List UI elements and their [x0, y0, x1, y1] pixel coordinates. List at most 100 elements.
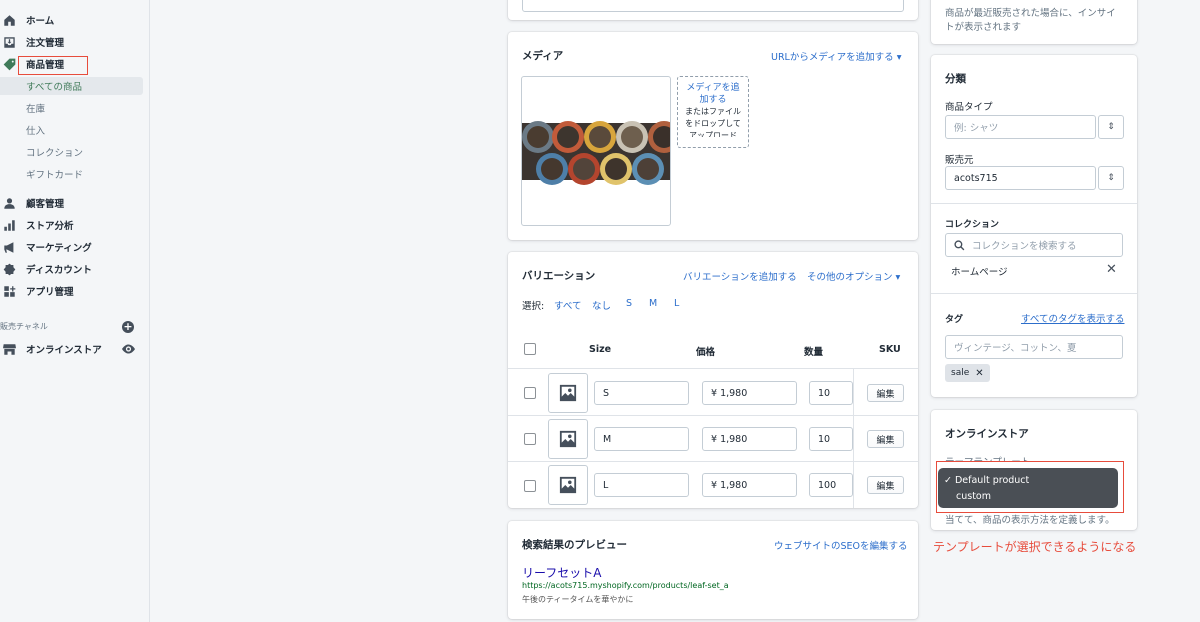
nav-customers[interactable]: 顧客管理 — [0, 193, 64, 213]
discount-icon — [2, 262, 16, 276]
apps-icon — [2, 284, 16, 298]
image-icon — [559, 384, 577, 402]
tag-pill: sale ✕ — [945, 364, 990, 382]
bar-chart-icon — [2, 218, 16, 232]
price-input[interactable]: ¥ 1,980 — [702, 427, 797, 451]
select-l-link[interactable]: L — [674, 298, 679, 309]
nav-discounts[interactable]: ディスカウント — [0, 259, 92, 279]
drop-text-3: アップロード — [689, 131, 737, 137]
qty-input[interactable]: 10 — [809, 427, 853, 451]
variant-image[interactable] — [548, 419, 588, 459]
nav-online-store[interactable]: オンラインストア — [0, 339, 102, 359]
select-all-link[interactable]: すべて — [554, 298, 581, 312]
person-icon — [2, 196, 16, 210]
header-qty: 数量 — [804, 347, 824, 358]
qty-input[interactable]: 100 — [809, 473, 853, 497]
inbox-icon — [2, 35, 16, 49]
vendor-select[interactable]: ⇕ — [1098, 166, 1124, 190]
edit-button[interactable]: 編集 — [867, 384, 904, 402]
product-image — [522, 121, 670, 185]
collection-search-input[interactable]: コレクションを検索する — [945, 233, 1123, 257]
vendor-label: 販売元 — [945, 155, 974, 166]
select-m-link[interactable]: M — [649, 298, 657, 309]
sub-transfers[interactable]: 仕入 — [26, 121, 45, 139]
image-icon — [559, 476, 577, 494]
variant-image[interactable] — [548, 373, 588, 413]
tags-input[interactable]: ヴィンテージ、コットン、夏 — [945, 335, 1123, 359]
media-thumbnail[interactable] — [521, 76, 671, 226]
size-input[interactable]: M — [594, 427, 689, 451]
header-size: Size — [589, 344, 612, 355]
search-icon — [954, 240, 965, 251]
select-label: 選択: — [522, 301, 545, 312]
more-options-link[interactable]: その他のオプション ▾ — [807, 269, 900, 283]
organization-title: 分類 — [945, 73, 966, 85]
header-sku: SKU — [879, 344, 901, 355]
edit-button[interactable]: 編集 — [867, 430, 904, 448]
add-media-text: メディアを追 — [686, 83, 740, 93]
add-channel-icon[interactable]: + — [122, 321, 134, 333]
remove-tag-icon[interactable]: ✕ — [975, 368, 983, 379]
edit-seo-link[interactable]: ウェブサイトのSEOを編集する — [774, 538, 908, 552]
header-price: 価格 — [696, 347, 716, 358]
seo-page-title: リーフセットA — [522, 566, 602, 580]
vendor-input[interactable]: acots715 — [945, 166, 1096, 190]
product-type-input[interactable]: 例: シャツ — [945, 115, 1096, 139]
drop-text-2: をドロップして — [685, 119, 741, 128]
size-input[interactable]: L — [594, 473, 689, 497]
eye-icon[interactable] — [122, 344, 135, 354]
description-editor[interactable] — [522, 0, 904, 12]
view-all-tags-link[interactable]: すべてのタグを表示する — [1021, 311, 1124, 325]
nav-apps[interactable]: アプリ管理 — [0, 281, 74, 301]
drop-text-1: またはファイル — [685, 107, 741, 116]
product-type-select[interactable]: ⇕ — [1098, 115, 1124, 139]
tags-label: タグ — [945, 315, 964, 325]
store-icon — [2, 342, 16, 356]
product-type-label: 商品タイプ — [945, 102, 993, 113]
price-input[interactable]: ¥ 1,980 — [702, 381, 797, 405]
nav-analytics[interactable]: ストア分析 — [0, 215, 74, 235]
select-s-link[interactable]: S — [626, 298, 632, 309]
insights-text-2: トが表示されます — [945, 22, 1022, 33]
media-dropzone[interactable]: メディアを追 加する またはファイル をドロップして アップロード — [677, 76, 749, 148]
select-all-checkbox[interactable] — [524, 343, 536, 355]
megaphone-icon — [2, 240, 16, 254]
row-checkbox[interactable] — [524, 387, 536, 399]
seo-url: https://acots715.myshopify.com/products/… — [522, 581, 729, 590]
sub-gift-cards[interactable]: ギフトカード — [26, 165, 83, 183]
select-none-link[interactable]: なし — [592, 298, 611, 312]
remove-collection-icon[interactable]: ✕ — [1106, 262, 1117, 277]
nav-orders[interactable]: 注文管理 — [0, 32, 64, 52]
seo-title: 検索結果のプレビュー — [522, 539, 627, 551]
seo-card: 検索結果のプレビュー ウェブサイトのSEOを編集する リーフセットA https… — [508, 521, 918, 619]
image-icon — [559, 430, 577, 448]
collections-label: コレクション — [945, 220, 1000, 230]
variants-title: バリエーション — [522, 270, 596, 282]
row-checkbox[interactable] — [524, 480, 536, 492]
nav-marketing[interactable]: マーケティング — [0, 237, 92, 257]
sub-collections[interactable]: コレクション — [26, 143, 83, 161]
insights-text-1: 商品が最近販売された場合に、インサイ — [945, 8, 1116, 19]
edit-button[interactable]: 編集 — [867, 476, 904, 494]
annotation-text: テンプレートが選択できるようになる — [933, 540, 1137, 554]
highlight-products — [18, 56, 88, 75]
price-input[interactable]: ¥ 1,980 — [702, 473, 797, 497]
add-variant-link[interactable]: バリエーションを追加する — [683, 269, 797, 283]
add-media-from-url-link[interactable]: URLからメディアを追加する ▾ — [771, 49, 901, 63]
template-help-text: 当てて、商品の表示方法を定義します。 — [945, 515, 1115, 526]
sub-all-products[interactable]: すべての商品 — [0, 77, 143, 95]
media-title: メディア — [522, 50, 564, 62]
sidebar: ホーム 注文管理 商品管理 すべての商品 在庫 仕入 コレクション ギフトカード… — [0, 0, 150, 622]
nav-home[interactable]: ホーム — [0, 10, 54, 30]
sales-channels-label: 販売チャネル — [0, 322, 48, 331]
seo-description: 午後のティータイムを華やかに — [522, 595, 634, 604]
variant-image[interactable] — [548, 465, 588, 505]
collection-item: ホームページ — [951, 267, 1008, 278]
size-input[interactable]: S — [594, 381, 689, 405]
sub-inventory[interactable]: 在庫 — [26, 99, 45, 117]
insights-card: 商品が最近販売された場合に、インサイ トが表示されます — [931, 0, 1137, 44]
qty-input[interactable]: 10 — [809, 381, 853, 405]
organization-card: 分類 商品タイプ 例: シャツ ⇕ 販売元 acots715 ⇕ コレクション … — [931, 55, 1137, 397]
highlight-dropdown — [936, 461, 1124, 513]
row-checkbox[interactable] — [524, 433, 536, 445]
